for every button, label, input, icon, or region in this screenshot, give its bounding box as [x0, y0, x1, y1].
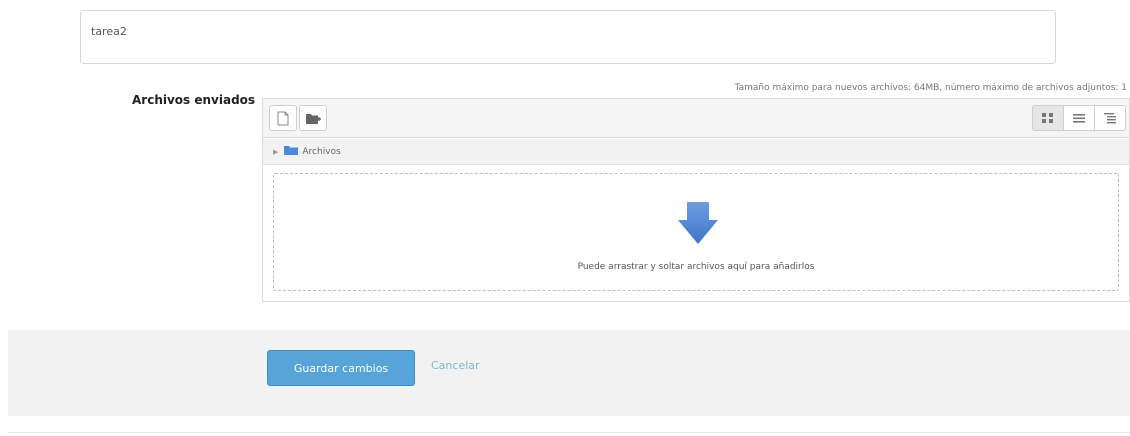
- view-icons-icon: [1041, 109, 1055, 128]
- create-folder-icon: [305, 112, 321, 125]
- file-manager-toolbar: [263, 99, 1129, 138]
- down-arrow-icon: [678, 202, 718, 248]
- file-manager: ▶ Archivos Puede arrastrar y soltar arch…: [262, 98, 1130, 302]
- file-limits-text: Tamaño máximo para nuevos archivos: 64MB…: [734, 83, 1127, 93]
- submission-files-label: Archivos enviados: [132, 93, 256, 107]
- onlinetext-field[interactable]: tarea2: [80, 10, 1056, 64]
- folder-icon: [284, 145, 299, 158]
- onlinetext-value: tarea2: [91, 25, 127, 38]
- view-details-button[interactable]: [1063, 105, 1095, 131]
- drop-zone[interactable]: Puede arrastrar y soltar archivos aquí p…: [273, 173, 1119, 291]
- view-details-icon: [1072, 109, 1086, 128]
- view-tree-icon: [1103, 109, 1117, 128]
- create-folder-button[interactable]: [299, 105, 327, 131]
- view-tree-button[interactable]: [1094, 105, 1126, 131]
- path-folder-label[interactable]: Archivos: [302, 147, 340, 157]
- divider: [8, 432, 1130, 433]
- save-button[interactable]: Guardar cambios: [267, 350, 415, 386]
- file-path-bar: ▶ Archivos: [263, 139, 1129, 165]
- form-actions: Guardar cambios Cancelar: [8, 330, 1130, 416]
- add-file-button[interactable]: [269, 105, 297, 131]
- expand-arrow-icon[interactable]: ▶: [273, 148, 278, 156]
- dropzone-text: Puede arrastrar y soltar archivos aquí p…: [577, 262, 815, 272]
- cancel-link[interactable]: Cancelar: [431, 359, 480, 372]
- view-icons-button[interactable]: [1032, 105, 1064, 131]
- add-file-icon: [277, 111, 289, 126]
- view-switcher: [1032, 105, 1129, 131]
